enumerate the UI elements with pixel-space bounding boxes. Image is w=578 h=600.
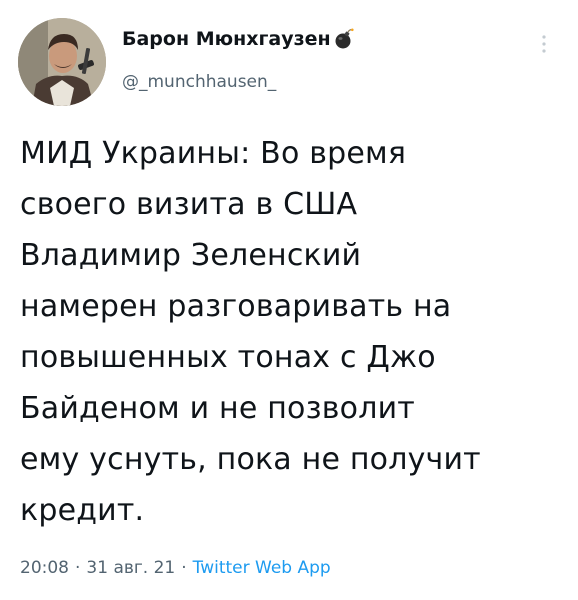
tweet-date[interactable]: 31 авг. 21 [86,558,175,578]
tweet-meta: 20:08 · 31 авг. 21 · Twitter Web App [20,558,331,578]
author-display-name[interactable]: Барон Мюнхгаузен [122,28,331,50]
bomb-icon [334,28,354,50]
avatar-portrait-icon [18,18,106,106]
author-handle[interactable]: @_munchhausen_ [122,72,276,92]
more-options-icon[interactable] [534,32,554,56]
meta-separator: · [75,558,81,578]
meta-separator: · [181,558,187,578]
tweet-card: Барон Мюнхгаузен @_munchhausen_ МИД Укра… [0,0,578,600]
author-name-row[interactable]: Барон Мюнхгаузен [122,28,354,50]
tweet-text: МИД Украины: Во время своего визита в СШ… [20,136,481,528]
tweet-source-link[interactable]: Twitter Web App [193,558,331,578]
tweet-time[interactable]: 20:08 [20,558,69,578]
profile-avatar[interactable] [18,18,106,106]
